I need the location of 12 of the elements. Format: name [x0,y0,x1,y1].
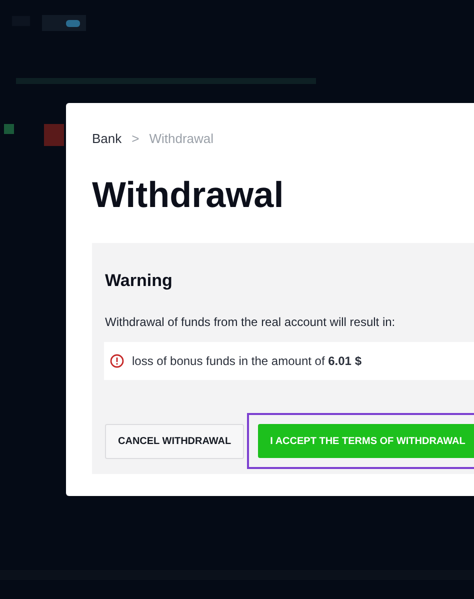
warning-message: Withdrawal of funds from the real account will result in: [105,314,396,331]
page-title: Withdrawal [92,176,285,212]
blurred-toggle-drawing [42,15,86,31]
breadcrumb-current: Withdrawal [149,130,214,148]
warning-heading: Warning [105,270,174,292]
warning-item-text: loss of bonus funds in the amount of 6.01 $ [132,353,362,370]
alert-icon [110,354,124,368]
blurred-candle-drawing [4,124,14,134]
blurred-candle-drawing [44,124,64,146]
breadcrumb-separator: > [132,130,140,148]
breadcrumb-link[interactable]: Bank [92,129,122,148]
cancel-button[interactable]: CANCEL WITHDRAWAL [105,424,244,458]
